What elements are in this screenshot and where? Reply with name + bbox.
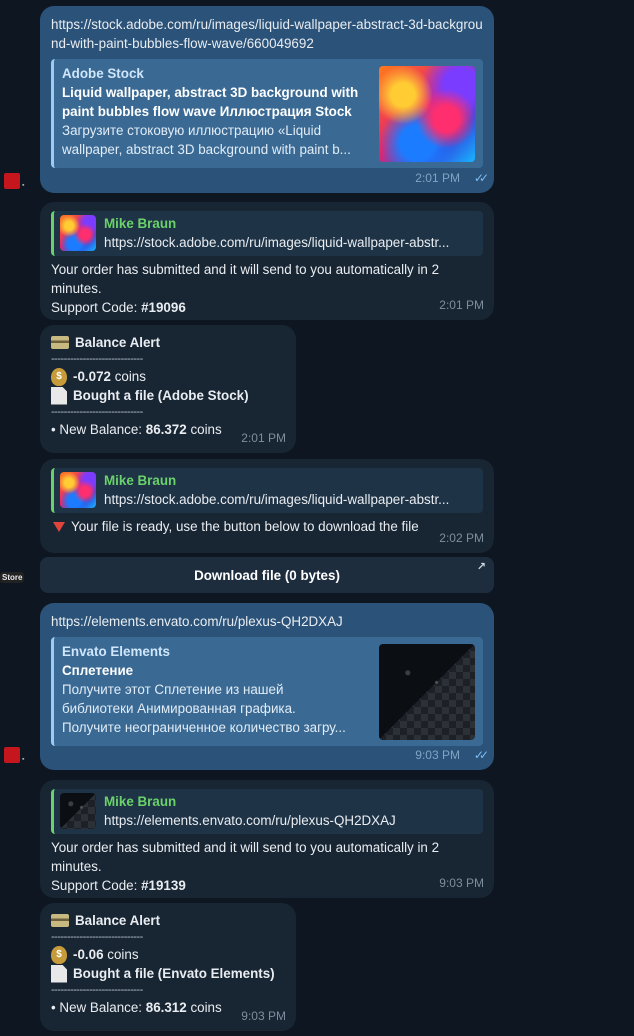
preview-site-name: Adobe Stock [62, 66, 144, 81]
user-avatar[interactable]: ▪ [0, 744, 30, 766]
message-text: minutes. [51, 859, 102, 874]
reply-thumbnail [60, 472, 96, 508]
money-bag-icon: $ [51, 945, 67, 964]
outgoing-message[interactable]: https://stock.adobe.com/ru/images/liquid… [40, 6, 494, 193]
incoming-message[interactable]: Mike Braun https://stock.adobe.com/ru/im… [40, 459, 494, 553]
credit-card-icon [51, 914, 69, 927]
separator: ----------------------------- [51, 984, 143, 996]
reply-text: https://stock.adobe.com/ru/images/liquid… [104, 492, 450, 507]
message-text: Your order has submitted and it will sen… [51, 262, 440, 277]
reply-text: https://stock.adobe.com/ru/images/liquid… [104, 235, 450, 250]
chat-history: https://stock.adobe.com/ru/images/liquid… [0, 0, 634, 1036]
preview-thumbnail[interactable] [379, 644, 475, 740]
credit-card-icon [51, 336, 69, 349]
support-code: #19096 [141, 300, 186, 315]
external-link-arrow-icon: ↗ [476, 561, 486, 573]
read-checkmarks-icon: ✓✓ [473, 748, 489, 762]
money-bag-icon: $ [51, 367, 67, 386]
store-logo-icon: Store [0, 571, 25, 583]
support-code-line: Support Code: #19139 [51, 878, 186, 893]
message-link[interactable]: https://stock.adobe.com/ru/images/liquid… [51, 15, 483, 53]
message-time: 9:03 PM [415, 748, 460, 762]
message-time: 2:02 PM [439, 531, 484, 545]
bot-avatar[interactable]: Store [0, 566, 30, 588]
file-icon [51, 964, 67, 983]
reply-thumbnail [60, 215, 96, 251]
amount-line: $ -0.06 coins [51, 945, 285, 964]
preview-thumbnail[interactable] [379, 66, 475, 162]
message-text: Your file is ready, use the button below… [71, 519, 419, 534]
preview-description: Загрузите стоковую иллюстрацию «Liquid w… [62, 123, 351, 157]
link-preview[interactable]: Envato Elements Сплетение Получите этот … [51, 637, 483, 746]
red-triangle-down-icon [53, 521, 65, 532]
reply-quote[interactable]: Mike Braun https://elements.envato.com/r… [51, 789, 483, 834]
incoming-message[interactable]: Balance Alert --------------------------… [40, 325, 296, 453]
support-code-line: Support Code: #19096 [51, 300, 186, 315]
incoming-message[interactable]: Balance Alert --------------------------… [40, 903, 296, 1031]
reply-author: Mike Braun [104, 473, 177, 488]
download-file-button[interactable]: Download file (0 bytes) ↗ [40, 557, 494, 593]
preview-title: Сплетение [62, 663, 134, 678]
message-link[interactable]: https://elements.envato.com/ru/plexus-QH… [51, 612, 483, 631]
message-text: Your order has submitted and it will sen… [51, 840, 440, 855]
bought-line: Bought a file (Envato Elements) [51, 964, 285, 983]
message-time: 2:01 PM [415, 171, 460, 185]
preview-description: Получите этот Сплетение из нашей библиот… [62, 682, 346, 735]
balance-alert-title: Balance Alert [51, 333, 285, 352]
file-icon [51, 386, 67, 405]
incoming-message[interactable]: Mike Braun https://stock.adobe.com/ru/im… [40, 202, 494, 320]
preview-title: Liquid wallpaper, abstract 3D background… [62, 85, 359, 119]
reply-thumbnail [60, 793, 96, 829]
message-text-line: Your file is ready, use the button below… [51, 517, 483, 536]
support-code: #19139 [141, 878, 186, 893]
download-button-label: Download file (0 bytes) [194, 567, 340, 583]
reply-author: Mike Braun [104, 794, 177, 809]
reply-quote[interactable]: Mike Braun https://stock.adobe.com/ru/im… [51, 468, 483, 513]
message-time: 2:01 PM [241, 431, 286, 445]
separator: ----------------------------- [51, 406, 143, 418]
link-preview[interactable]: Adobe Stock Liquid wallpaper, abstract 3… [51, 59, 483, 168]
message-text: minutes. [51, 281, 102, 296]
amount-line: $ -0.072 coins [51, 367, 285, 386]
reply-quote[interactable]: Mike Braun https://stock.adobe.com/ru/im… [51, 211, 483, 256]
balance-alert-title: Balance Alert [51, 911, 285, 930]
preview-site-name: Envato Elements [62, 644, 170, 659]
outgoing-message[interactable]: https://elements.envato.com/ru/plexus-QH… [40, 603, 494, 770]
incoming-message[interactable]: Mike Braun https://elements.envato.com/r… [40, 780, 494, 898]
read-checkmarks-icon: ✓✓ [473, 171, 489, 185]
message-time: 2:01 PM [439, 298, 484, 312]
reply-author: Mike Braun [104, 216, 177, 231]
reply-text: https://elements.envato.com/ru/plexus-QH… [104, 813, 396, 828]
message-time: 9:03 PM [439, 876, 484, 890]
user-avatar[interactable]: ▪ [0, 170, 30, 192]
bought-line: Bought a file (Adobe Stock) [51, 386, 285, 405]
separator: ----------------------------- [51, 353, 143, 365]
message-time: 9:03 PM [241, 1009, 286, 1023]
separator: ----------------------------- [51, 931, 143, 943]
